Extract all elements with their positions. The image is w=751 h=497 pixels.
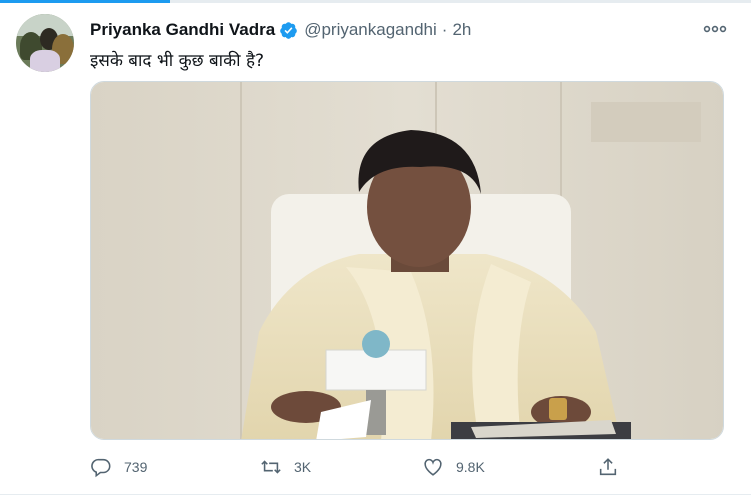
author-handle[interactable]: @priyankagandhi [304, 20, 437, 40]
retweet-icon [261, 460, 281, 474]
verified-badge-icon [280, 21, 298, 39]
tweet-divider [0, 494, 751, 495]
tweet-video[interactable] [90, 81, 724, 440]
video-frame [91, 82, 723, 439]
share-button[interactable] [597, 452, 619, 482]
tweet-actions: 739 3K 9.8K [90, 452, 730, 482]
reply-icon [91, 458, 111, 478]
separator-dot: · [441, 20, 448, 39]
loading-progress-bar [0, 0, 170, 3]
like-count: 9.8K [456, 459, 485, 475]
more-icon [703, 25, 727, 33]
reply-count: 739 [124, 459, 148, 475]
tweet-text: इसके बाद भी कुछ बाकी है? [90, 51, 264, 71]
tweet-header: Priyanka Gandhi Vadra @priyankagandhi · … [90, 17, 471, 43]
like-button[interactable]: 9.8K [422, 452, 485, 482]
retweet-count: 3K [294, 459, 312, 475]
retweet-button[interactable]: 3K [260, 452, 311, 482]
author-avatar[interactable] [16, 14, 74, 72]
reply-button[interactable]: 739 [90, 452, 147, 482]
share-icon [599, 458, 617, 476]
timeline-divider [0, 0, 751, 3]
author-name[interactable]: Priyanka Gandhi Vadra [90, 20, 275, 40]
more-options-button[interactable] [702, 18, 728, 40]
tweet-timestamp[interactable]: 2h [452, 20, 471, 40]
like-icon [424, 458, 442, 476]
